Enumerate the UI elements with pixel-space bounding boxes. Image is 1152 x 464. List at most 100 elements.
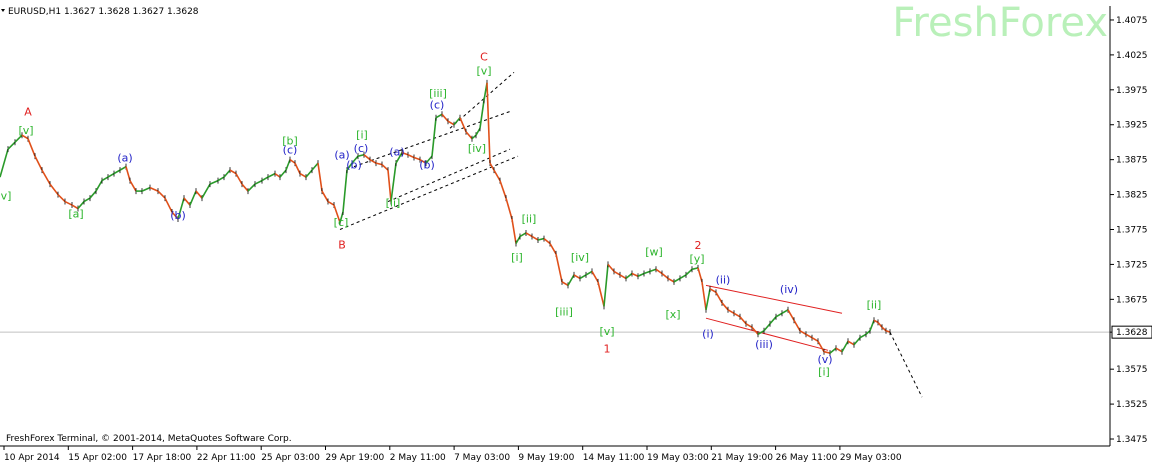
price-segment (489, 162, 495, 171)
price-segment (129, 180, 137, 192)
price-segment (375, 162, 383, 166)
price-segment (805, 333, 813, 339)
price-segment (763, 323, 771, 332)
price-segment (811, 337, 819, 342)
wave-label: (b) (346, 159, 362, 172)
price-segment (585, 270, 593, 276)
price-segment (661, 272, 669, 280)
price-segment (479, 100, 485, 129)
price-segment (499, 180, 507, 199)
x-tick-label: 15 Apr 02:00 (68, 453, 127, 463)
price-segment (201, 183, 211, 199)
price-segment (95, 180, 103, 192)
chart-window[interactable]: FreshForex A [v] v] [a] (a) (b) [b] (c) [c] B (a)(… (0, 0, 1152, 464)
price-segment (125, 166, 131, 181)
price-segment (649, 268, 657, 273)
price-segment (119, 165, 127, 171)
price-segment (607, 263, 615, 272)
price-segment (493, 169, 501, 182)
wave-label: (a) (389, 145, 404, 158)
price-segment (363, 154, 371, 161)
price-segment (685, 268, 693, 276)
y-tick-label: 1.3875 (1116, 156, 1148, 166)
price-segment (853, 337, 861, 346)
price-segment (709, 288, 717, 294)
wave-label: [y] (689, 252, 704, 265)
price-segment (189, 190, 197, 206)
price-segment (745, 323, 753, 328)
y-tick-label: 1.3525 (1116, 400, 1148, 410)
price-segment (537, 237, 545, 241)
wave-label: (c) (430, 99, 445, 112)
price-segment (561, 281, 569, 287)
price-segment (441, 113, 449, 122)
price-segment (643, 270, 651, 275)
price-segment (613, 270, 621, 276)
wave-label: A (24, 106, 32, 119)
price-segment (555, 253, 563, 283)
price-segment (705, 288, 711, 310)
price-segment (195, 190, 203, 199)
price-segment (289, 158, 296, 164)
wave-label: (b) (170, 209, 186, 222)
wave-label: [a] (68, 208, 83, 221)
price-segment (229, 169, 237, 175)
price-segment (453, 117, 461, 126)
x-tick-label: 29 Apr 19:00 (326, 453, 385, 463)
wave-label: [v] (18, 124, 33, 137)
price-segment (241, 183, 249, 192)
wave-label: [w] (645, 245, 663, 258)
price-segment (525, 232, 533, 238)
wave-label: (iii) (755, 338, 773, 351)
wave-label: (a) (117, 152, 132, 165)
price-segment (57, 194, 66, 203)
price-segment (41, 169, 51, 185)
price-segment (279, 169, 287, 178)
price-segment (793, 319, 801, 332)
price-segment (342, 170, 348, 213)
price-segment (567, 274, 575, 286)
x-tick-label: 21 May 19:00 (711, 453, 773, 463)
price-segment (673, 277, 681, 283)
price-segment (274, 172, 281, 178)
wave-label: [iv] (571, 251, 589, 264)
price-segment (27, 138, 36, 157)
price-segment (285, 159, 291, 171)
price-segment (579, 274, 587, 280)
price-segment (247, 183, 256, 192)
price-segment (254, 179, 263, 185)
price-segment (447, 120, 455, 126)
x-tick-label: 14 May 11:00 (583, 453, 645, 463)
price-segment (459, 117, 467, 133)
wave-label: [iv] (468, 142, 486, 155)
price-segment (299, 172, 307, 178)
price-segment (519, 232, 527, 238)
price-segment (294, 162, 301, 174)
price-segment (505, 197, 513, 220)
x-tick-label: 25 Apr 03:00 (261, 453, 320, 463)
price-segment (543, 237, 551, 245)
price-segment (183, 197, 191, 206)
wave-label: (ii) (716, 273, 731, 286)
price-segment (511, 218, 517, 244)
price-segment (471, 134, 477, 140)
price-segment (261, 176, 269, 182)
symbol-header: EURUSD,H1 1.3627 1.3628 1.3627 1.3628 (8, 7, 199, 17)
price-segment (869, 320, 875, 332)
price-segment (619, 274, 627, 280)
price-segment (141, 186, 151, 192)
y-tick-label: 1.3975 (1116, 86, 1148, 96)
price-segment (873, 319, 879, 324)
wave-label: (c) (354, 142, 369, 155)
price-segment (381, 163, 389, 171)
x-tick-label: 22 Apr 11:00 (197, 453, 256, 463)
price-segment (625, 272, 633, 280)
price-segment (637, 272, 645, 278)
price-segment (701, 281, 707, 310)
price-chart[interactable]: FreshForex A[v]v][a](a)(b)[b](c)[c]B(a)(… (0, 0, 1152, 464)
dashed-channel-line (387, 148, 511, 203)
y-tick-label: 1.3825 (1116, 191, 1148, 201)
price-segment (531, 235, 539, 241)
price-segment (787, 309, 795, 321)
price-segment (431, 117, 437, 157)
